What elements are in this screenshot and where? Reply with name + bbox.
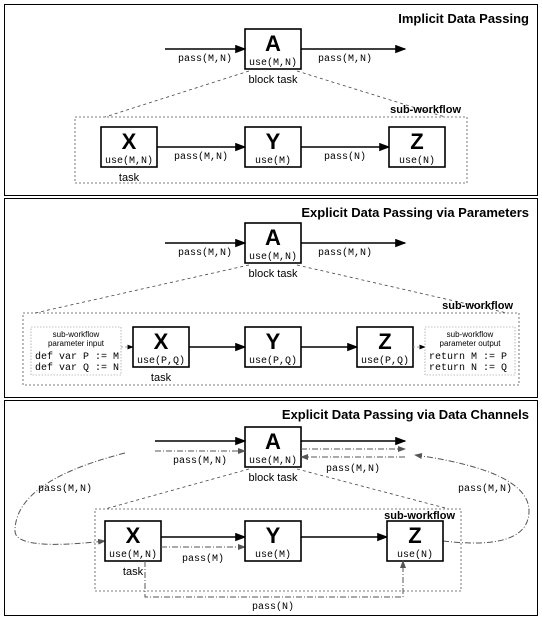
expand-right — [297, 469, 449, 509]
param-in-title1: sub-workflow — [53, 330, 100, 339]
node-Y-label: Y — [266, 129, 281, 154]
expand-left — [105, 469, 249, 509]
node-Z-label: Z — [408, 523, 421, 548]
node-Y-label: Y — [266, 523, 281, 548]
node-X-label: X — [126, 523, 141, 548]
edge-out-A-label: pass(M,N) — [318, 53, 372, 65]
task-label: task — [151, 372, 172, 384]
node-A: A use(M,N) — [245, 223, 301, 263]
param-in-title2: parameter input — [48, 339, 105, 348]
edge-in-A-label: pass(M,N) — [178, 53, 232, 65]
panel-title: Explicit Data Passing via Parameters — [301, 205, 529, 220]
node-X-use: use(M,N) — [105, 155, 153, 167]
node-X: X use(M,N) — [101, 127, 157, 167]
param-out-title2: parameter output — [440, 339, 502, 348]
channel-X-Z-label: pass(N) — [252, 601, 294, 613]
node-Z: Z use(N) — [387, 521, 443, 561]
node-A-use: use(M,N) — [249, 57, 297, 69]
node-Z: Z use(P,Q) — [357, 327, 413, 367]
node-Z-label: Z — [378, 329, 391, 354]
block-task-label: block task — [249, 74, 298, 86]
node-Y: Y use(M) — [245, 127, 301, 167]
param-output-box: sub-workflow parameter output return M :… — [425, 327, 515, 375]
subworkflow-label: sub-workflow — [390, 104, 461, 116]
param-input-box: sub-workflow parameter input def var P :… — [31, 327, 121, 375]
expand-left — [105, 71, 249, 117]
block-task-label: block task — [249, 268, 298, 280]
param-out-line2: return N := Q — [429, 363, 507, 374]
node-Y-label: Y — [266, 329, 281, 354]
param-in-line1: def var P := M — [35, 351, 119, 363]
node-X-label: X — [154, 329, 169, 354]
param-in-line2: def var Q := N — [35, 362, 119, 374]
node-Z-use: use(N) — [397, 549, 433, 561]
block-task-label: block task — [249, 472, 298, 484]
channel-right-label: pass(M,N) — [458, 483, 512, 495]
subworkflow-label: sub-workflow — [442, 300, 513, 312]
panel-explicit-channels: Explicit Data Passing via Data Channels … — [4, 400, 538, 616]
channel-left-label: pass(M,N) — [38, 483, 92, 495]
panel-explicit-params: Explicit Data Passing via Parameters A u… — [4, 198, 538, 398]
node-A: A use(M,N) — [245, 427, 301, 467]
node-A-use: use(M,N) — [249, 251, 297, 263]
param-out-line1: return M := P — [429, 352, 507, 363]
node-A-label: A — [265, 225, 281, 250]
edge-in-A-label: pass(M,N) — [178, 247, 232, 259]
panel-title: Explicit Data Passing via Data Channels — [282, 407, 529, 422]
panel-implicit: Implicit Data Passing A use(M,N) block t… — [4, 4, 538, 196]
panel-title: Implicit Data Passing — [398, 11, 529, 26]
node-Z-use: use(N) — [399, 155, 435, 167]
node-X-use: use(P,Q) — [137, 355, 185, 367]
edge-out-A-label: pass(M,N) — [318, 247, 372, 259]
task-label: task — [119, 172, 140, 184]
channel-X-Z — [145, 561, 403, 597]
node-A-label: A — [265, 31, 281, 56]
node-A: A use(M,N) — [245, 29, 301, 69]
node-Z: Z use(N) — [389, 127, 445, 167]
node-X-label: X — [122, 129, 137, 154]
node-Z-label: Z — [410, 129, 423, 154]
channel-in-A-label: pass(M,N) — [173, 455, 227, 467]
channel-A-right-label: pass(M,N) — [326, 463, 380, 475]
node-X: X use(P,Q) — [133, 327, 189, 367]
node-Y-use: use(M) — [255, 549, 291, 561]
node-Z-use: use(P,Q) — [361, 355, 409, 367]
edge-X-Y-label: pass(M,N) — [174, 151, 228, 163]
node-Y: Y use(M) — [245, 521, 301, 561]
node-X: X use(M,N) — [105, 521, 161, 561]
node-Y-use: use(P,Q) — [249, 355, 297, 367]
node-A-use: use(M,N) — [249, 455, 297, 467]
edge-Y-Z-label: pass(N) — [324, 151, 366, 163]
param-out-title1: sub-workflow — [447, 330, 494, 339]
node-A-label: A — [265, 429, 281, 454]
expand-left — [35, 265, 249, 313]
task-label: task — [123, 566, 144, 578]
node-Y: Y use(P,Q) — [245, 327, 301, 367]
node-X-use: use(M,N) — [109, 549, 157, 561]
node-Y-use: use(M) — [255, 155, 291, 167]
channel-X-Y-label: pass(M) — [182, 553, 224, 565]
